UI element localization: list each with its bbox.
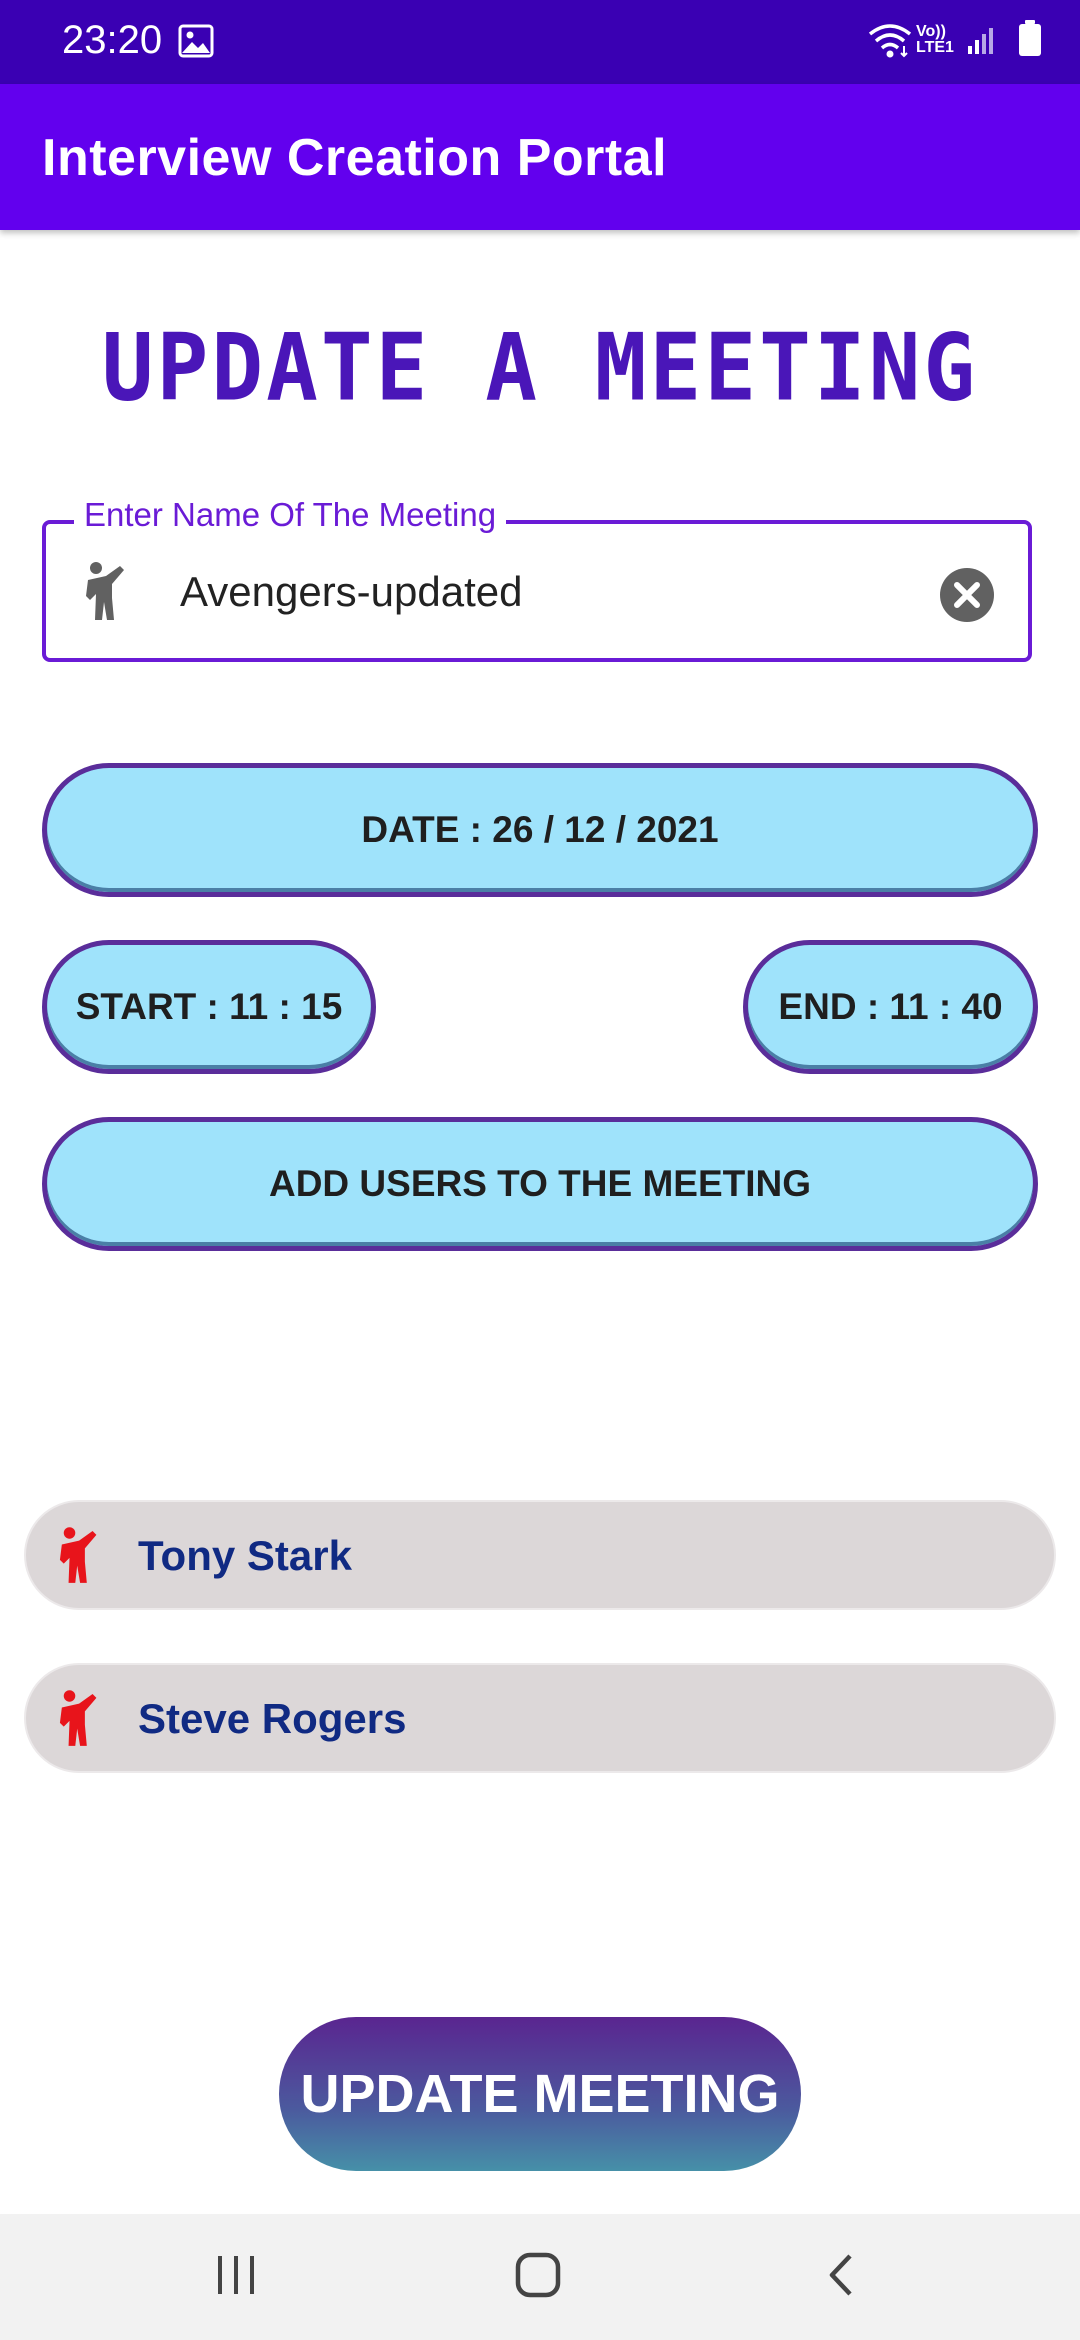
battery-icon (1019, 20, 1041, 56)
home-icon[interactable] (514, 2252, 564, 2298)
start-time-button[interactable]: START : 11 : 15 (42, 940, 376, 1074)
page-title: UPDATE A MEETING (101, 314, 979, 422)
date-button[interactable]: DATE : 26 / 12 / 2021 (42, 763, 1038, 897)
gallery-icon (178, 24, 214, 58)
update-meeting-button[interactable]: UPDATE MEETING (279, 2017, 801, 2171)
person-waving-icon (59, 1527, 97, 1583)
back-icon[interactable] (824, 2252, 858, 2298)
user-chip[interactable]: Steve Rogers (24, 1663, 1056, 1773)
status-bar: 23:20 Vo)) LTE1 (0, 0, 1080, 84)
person-waving-icon (59, 1690, 97, 1746)
user-name: Tony Stark (138, 1532, 352, 1579)
app-title: Interview Creation Portal (42, 129, 668, 187)
status-time: 23:20 (62, 18, 163, 62)
person-waving-icon (86, 562, 124, 620)
app-bar: Interview Creation Portal (0, 84, 1080, 230)
close-icon (954, 582, 980, 608)
wifi-icon (868, 24, 912, 58)
user-chip[interactable]: Tony Stark (24, 1500, 1056, 1610)
volte-lte-icon: Vo)) LTE1 (916, 24, 964, 56)
signal-icon (968, 28, 993, 54)
clear-icon[interactable] (940, 568, 994, 622)
navigation-bar (0, 2214, 1080, 2340)
end-time-button[interactable]: END : 11 : 40 (743, 940, 1038, 1074)
meeting-name-input[interactable] (180, 554, 940, 630)
network-label-top: Vo)) (916, 23, 946, 40)
recent-apps-icon[interactable] (214, 2252, 258, 2298)
add-users-button[interactable]: ADD USERS TO THE MEETING (42, 1117, 1038, 1251)
user-name: Steve Rogers (138, 1695, 407, 1742)
network-label-bottom: LTE1 (916, 39, 954, 56)
meeting-name-field[interactable]: Enter Name Of The Meeting (42, 496, 1032, 662)
meeting-name-label: Enter Name Of The Meeting (74, 496, 507, 534)
